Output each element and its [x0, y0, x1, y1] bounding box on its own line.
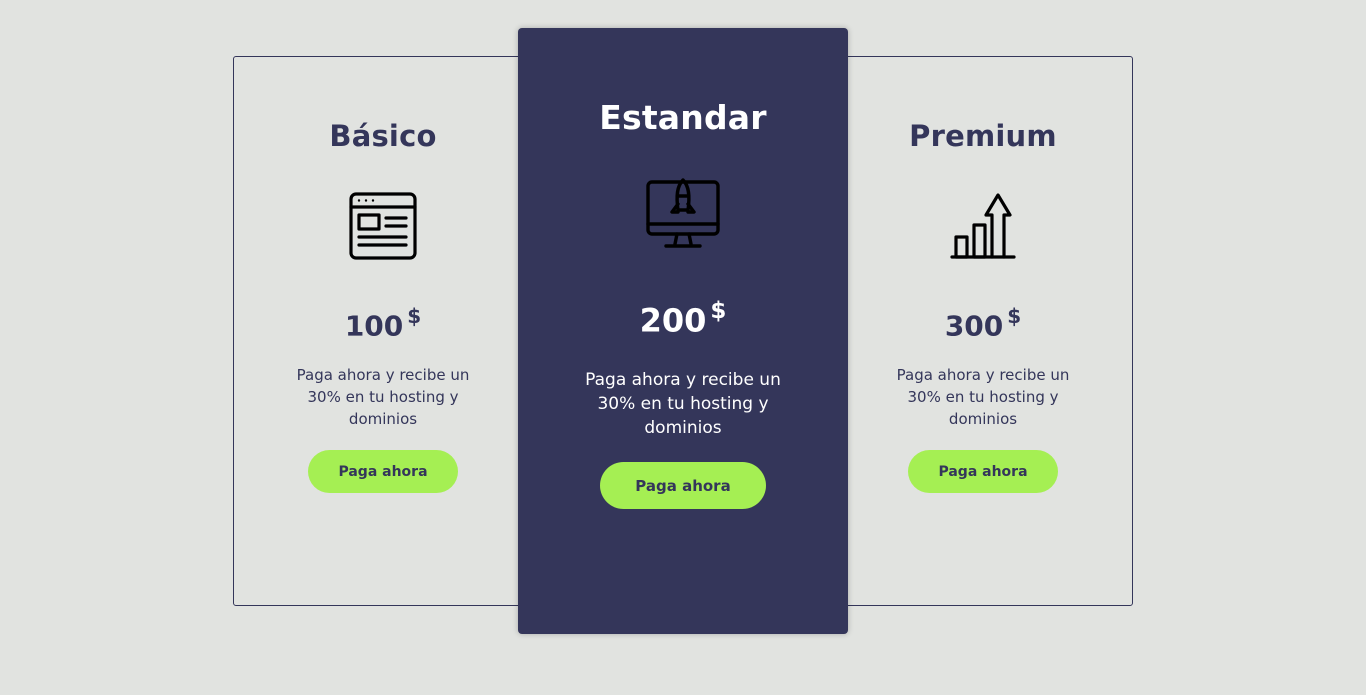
rocket-monitor-icon: [646, 178, 720, 248]
plan-description: Paga ahora y recibe un 30% en tu hosting…: [896, 366, 1070, 428]
price-amount: 200: [639, 301, 707, 340]
price-currency: $: [710, 298, 727, 324]
pay-now-button-basic[interactable]: Paga ahora: [308, 450, 458, 493]
price-amount: 300: [944, 309, 1004, 343]
plan-description: Paga ahora y recibe un 30% en tu hosting…: [296, 366, 470, 428]
pay-now-button-standard[interactable]: Paga ahora: [600, 462, 766, 509]
growth-chart-icon: [950, 193, 1016, 259]
plan-title: Básico: [329, 119, 437, 153]
price-amount: 100: [344, 309, 404, 343]
browser-window-icon: [349, 192, 417, 260]
price-currency: $: [407, 304, 422, 328]
price: 200 $: [518, 298, 848, 340]
pay-now-button-premium[interactable]: Paga ahora: [908, 450, 1058, 493]
plan-description: Paga ahora y recibe un 30% en tu hosting…: [585, 370, 781, 438]
pricing-card-premium: Premium 300 $ Paga ahora y recibe un 30% …: [833, 56, 1133, 606]
plan-title: Premium: [909, 119, 1057, 153]
pricing-card-basic: Básico 100 $ Paga ahora y recibe un 30% e…: [233, 56, 533, 606]
price-currency: $: [1007, 304, 1022, 328]
pricing-card-standard: Estandar 200 $ Paga ahora y recibe un 30%…: [518, 28, 848, 634]
price: 300 $: [833, 304, 1133, 343]
plan-title: Estandar: [599, 98, 767, 137]
price: 100 $: [233, 304, 533, 343]
